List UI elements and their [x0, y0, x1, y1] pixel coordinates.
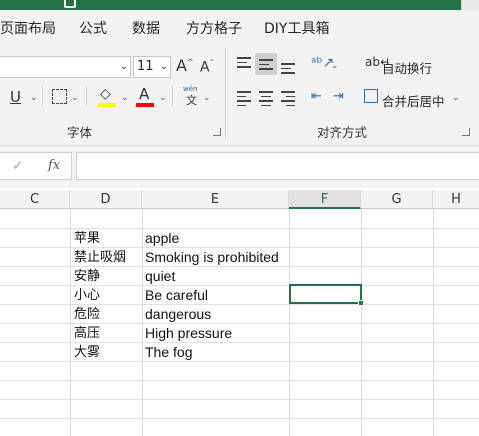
cell-e-english[interactable]: dangerous: [145, 305, 211, 324]
merge-center-button[interactable]: 合并后居中: [382, 91, 445, 110]
column-header-h[interactable]: H: [433, 190, 479, 209]
ribbon-tabs: 页面布局 公式 数据 方方格子 DIY工具箱: [0, 10, 479, 44]
column-header-f[interactable]: F: [289, 190, 361, 209]
align-middle-icon[interactable]: [259, 59, 273, 73]
decrease-indent-icon[interactable]: ⇤: [311, 90, 322, 103]
cell-d-chinese[interactable]: 禁止吸烟: [74, 248, 126, 267]
name-box[interactable]: [0, 152, 72, 180]
save-icon[interactable]: [64, 0, 76, 8]
column-header-c[interactable]: C: [0, 190, 70, 209]
cell-e-english[interactable]: Smoking is prohibited: [145, 248, 279, 267]
tab-diy-toolbox[interactable]: DIY工具箱: [264, 18, 329, 38]
cell-e-english[interactable]: apple: [145, 229, 179, 248]
tab-data[interactable]: 数据: [132, 18, 160, 38]
merge-center-icon: [364, 89, 378, 103]
tab-fangfang-grid[interactable]: 方方格子: [186, 18, 242, 38]
align-top-icon[interactable]: [237, 57, 251, 71]
chevron-down-icon[interactable]: ⌄: [331, 61, 339, 71]
phonetic-guide-char: 文: [186, 94, 197, 107]
font-dialog-launcher-icon[interactable]: [213, 128, 221, 136]
fill-handle[interactable]: [358, 300, 364, 306]
font-color-swatch: [136, 103, 154, 107]
formula-bar: ✓ fx: [0, 146, 479, 188]
font-name-select[interactable]: ⌄: [0, 56, 131, 78]
cell-d-chinese[interactable]: 苹果: [74, 229, 100, 248]
phonetic-guide-icon[interactable]: wén: [183, 86, 197, 93]
gridline: [0, 399, 479, 400]
formula-input[interactable]: [76, 152, 479, 180]
chevron-down-icon[interactable]: ⌄: [30, 93, 38, 103]
align-bottom-icon[interactable]: [281, 63, 295, 77]
title-bar: [0, 0, 479, 10]
chevron-down-icon[interactable]: ⌄: [159, 93, 167, 103]
gridline: [0, 323, 479, 324]
window-control-button[interactable]: [461, 0, 479, 10]
cell-d-chinese[interactable]: 危险: [74, 305, 100, 324]
font-color-icon[interactable]: A: [139, 87, 149, 102]
gridline: [0, 380, 479, 381]
worksheet-grid[interactable]: C D E F G H 苹果 apple 禁止吸烟 Smoking is pro…: [0, 190, 479, 436]
column-header-d[interactable]: D: [70, 190, 142, 209]
gridline: [0, 228, 479, 229]
cell-d-chinese[interactable]: 小心: [74, 286, 100, 305]
confirm-icon[interactable]: ✓: [12, 158, 24, 174]
cell-d-chinese[interactable]: 安静: [74, 267, 100, 286]
divider: [42, 86, 43, 106]
gridline: [0, 361, 479, 362]
active-cell-selection[interactable]: [289, 284, 364, 306]
align-center-icon[interactable]: [259, 91, 273, 109]
fill-color-swatch: [98, 103, 116, 107]
group-separator: [225, 48, 226, 140]
fill-color-icon[interactable]: ◇: [100, 87, 111, 101]
chevron-down-icon[interactable]: ⌄: [121, 93, 129, 103]
chevron-down-icon[interactable]: ⌄: [71, 93, 79, 103]
tab-page-layout[interactable]: 页面布局: [0, 18, 56, 38]
font-size-value: 11: [137, 59, 154, 74]
chevron-down-icon: ⌄: [159, 61, 168, 72]
font-size-select[interactable]: 11 ⌄: [133, 56, 171, 78]
insert-function-icon[interactable]: fx: [48, 158, 60, 173]
gridline: [0, 418, 479, 419]
cell-e-english[interactable]: High pressure: [145, 324, 232, 343]
gridline: [0, 342, 479, 343]
border-icon[interactable]: [52, 89, 67, 104]
divider: [172, 86, 173, 106]
wrap-text-button[interactable]: 自动换行: [382, 58, 432, 77]
font-group-label: 字体: [67, 125, 93, 140]
align-right-icon[interactable]: [281, 91, 295, 109]
column-header-e[interactable]: E: [142, 190, 289, 209]
cell-d-chinese[interactable]: 大雾: [74, 343, 100, 362]
chevron-down-icon: ⌄: [119, 61, 128, 72]
ribbon-body: ⌄ 11 ⌄ A^ Aˇ U ⌄ ⌄ ◇ ⌄ A ⌄ wén 文 ⌄ 字体 ᵃᵇ…: [0, 44, 479, 146]
gridline: [0, 285, 479, 286]
cell-e-english[interactable]: quiet: [145, 267, 175, 286]
cell-d-chinese[interactable]: 高压: [74, 324, 100, 343]
alignment-group-label: 对齐方式: [317, 125, 368, 140]
underline-icon[interactable]: U: [10, 90, 21, 105]
font-shrink-icon[interactable]: Aˇ: [200, 60, 214, 75]
chevron-down-icon[interactable]: ⌄: [452, 93, 460, 103]
align-left-icon[interactable]: [237, 91, 251, 109]
cell-e-english[interactable]: Be careful: [145, 286, 208, 305]
chevron-down-icon[interactable]: ⌄: [203, 93, 211, 103]
tab-formulas[interactable]: 公式: [79, 18, 107, 38]
cell-e-english[interactable]: The fog: [145, 343, 192, 362]
gridline: [0, 304, 479, 305]
divider: [86, 86, 87, 106]
increase-indent-icon[interactable]: ⇥: [333, 90, 344, 103]
column-header-g[interactable]: G: [361, 190, 433, 209]
alignment-dialog-launcher-icon[interactable]: [462, 128, 470, 136]
font-grow-icon[interactable]: A^: [176, 58, 194, 74]
